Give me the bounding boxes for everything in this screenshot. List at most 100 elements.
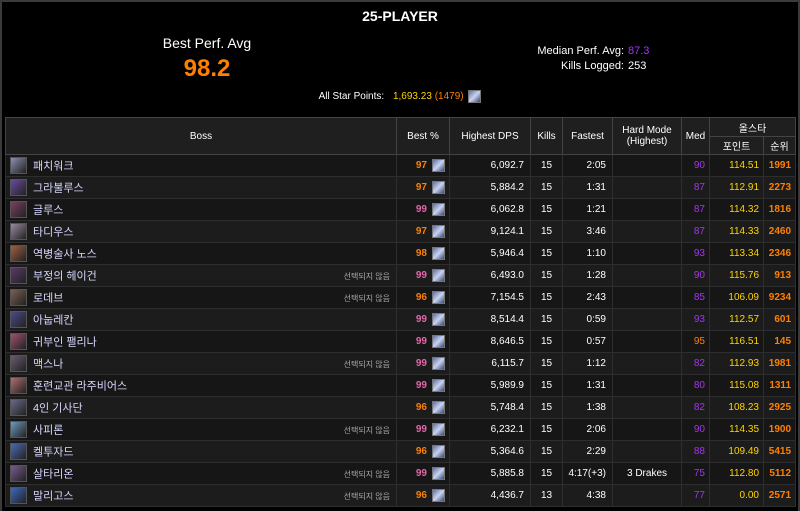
hardmode [612, 330, 682, 353]
col-rank[interactable]: 순위 [762, 136, 797, 155]
boss-cell[interactable]: 켈투자드 [5, 440, 397, 463]
kills-value: 253 [628, 60, 647, 72]
table-row[interactable]: 맥스나 선택되지 않음 99 6,115.7 15 1:12 82 112.93 1981 [5, 352, 797, 375]
col-med[interactable]: Med [681, 117, 710, 155]
table-row[interactable]: 훈련교관 라주비어스 99 5,989.9 15 1:31 80 115.08 1311 [5, 374, 797, 397]
table-row[interactable]: 글루스 99 6,062.8 15 1:21 87 114.32 1816 [5, 198, 797, 221]
spec-icon[interactable] [432, 247, 445, 260]
spec-icon[interactable] [432, 357, 445, 370]
spec-icon[interactable] [432, 291, 445, 304]
boss-cell[interactable]: 글루스 [5, 198, 397, 221]
allstar-rank-cell: 2460 [762, 220, 797, 243]
allstar-points-cell: 114.32 [709, 198, 764, 221]
fastest: 2:06 [562, 418, 613, 441]
allstar-points-cell: 116.51 [709, 330, 764, 353]
heigan-portrait-icon [10, 267, 27, 284]
table-row[interactable]: 켈투자드 96 5,364.6 15 2:29 88 109.49 5415 [5, 440, 797, 463]
boss-name[interactable]: 그라불루스 [33, 183, 84, 195]
boss-cell[interactable]: 역병술사 노스 [5, 242, 397, 265]
spec-icon[interactable] [432, 423, 445, 436]
table-row[interactable]: 로데브 선택되지 않음 96 7,154.5 15 2:43 85 106.09 9234 [5, 286, 797, 309]
boss-cell[interactable]: 패치워크 [5, 154, 397, 177]
spec-icon[interactable] [432, 489, 445, 502]
boss-cell[interactable]: 부정의 헤이건 선택되지 않음 [5, 264, 397, 287]
boss-cell[interactable]: 4인 기사단 [5, 396, 397, 419]
hardmode [612, 264, 682, 287]
boss-name[interactable]: 타디우스 [33, 227, 73, 239]
spec-icon[interactable] [432, 313, 445, 326]
highest-dps: 8,646.5 [449, 330, 531, 353]
boss-cell[interactable]: 훈련교관 라주비어스 [5, 374, 397, 397]
table-row[interactable]: 역병술사 노스 98 5,946.4 15 1:10 93 113.34 2346 [5, 242, 797, 265]
best-percent-cell: 96 [396, 484, 450, 507]
boss-name[interactable]: 패치워크 [33, 161, 73, 173]
spec-icon[interactable] [432, 181, 445, 194]
hardmode: 3 Drakes [612, 462, 682, 485]
boss-name[interactable]: 맥스나 [33, 359, 63, 371]
col-boss[interactable]: Boss [5, 117, 397, 155]
table-row[interactable]: 타디우스 97 9,124.1 15 3:46 87 114.33 2460 [5, 220, 797, 243]
boss-name[interactable]: 4인 기사단 [33, 403, 83, 415]
table-row[interactable]: 말리고스 선택되지 않음 96 4,436.7 13 4:38 77 0.00 2571 [5, 484, 797, 507]
col-kills[interactable]: Kills [530, 117, 563, 155]
boss-name[interactable]: 로데브 [33, 293, 63, 305]
spec-icon[interactable] [432, 269, 445, 282]
col-points[interactable]: 포인트 [709, 136, 764, 155]
fastest: 2:05 [562, 154, 613, 177]
spec-icon[interactable] [432, 159, 445, 172]
spec-icon[interactable] [432, 401, 445, 414]
boss-name[interactable]: 훈련교관 라주비어스 [33, 381, 127, 393]
boss-cell[interactable]: 아눕레칸 [5, 308, 397, 331]
boss-name[interactable]: 부정의 헤이건 [33, 271, 97, 283]
boss-cell[interactable]: 타디우스 [5, 220, 397, 243]
median-percent: 90 [681, 264, 710, 287]
allstar-rank-cell: 2273 [762, 176, 797, 199]
col-fastest[interactable]: Fastest [562, 117, 613, 155]
boss-name[interactable]: 글루스 [33, 205, 63, 217]
spec-icon[interactable] [432, 335, 445, 348]
allstar-rank-cell: 9234 [762, 286, 797, 309]
best-percent-cell: 99 [396, 462, 450, 485]
col-dps[interactable]: Highest DPS [449, 117, 531, 155]
median-percent: 87 [681, 176, 710, 199]
boss-name[interactable]: 살타리온 [33, 469, 73, 481]
spec-icon[interactable] [432, 379, 445, 392]
boss-name[interactable]: 귀부인 팰리나 [33, 337, 97, 349]
hardmode [612, 374, 682, 397]
spec-icon[interactable] [432, 203, 445, 216]
boss-name[interactable]: 아눕레칸 [33, 315, 73, 327]
table-row[interactable]: 4인 기사단 96 5,748.4 15 1:38 82 108.23 2925 [5, 396, 797, 419]
median-percent: 85 [681, 286, 710, 309]
allstar-rank-cell: 1991 [762, 154, 797, 177]
spec-icon[interactable] [432, 225, 445, 238]
table-row[interactable]: 살타리온 선택되지 않음 99 5,885.8 15 4:17(+3) 3 Drakes 75… [5, 462, 797, 485]
kills: 15 [530, 154, 563, 177]
rankings-table: Boss Best % Highest DPS Kills Fastest Ha… [5, 117, 797, 507]
fastest: 0:57 [562, 330, 613, 353]
table-row[interactable]: 부정의 헤이건 선택되지 않음 99 6,493.0 15 1:28 90 115.76 913 [5, 264, 797, 287]
boss-cell[interactable]: 말리고스 선택되지 않음 [5, 484, 397, 507]
hardmode [612, 220, 682, 243]
allstar-class-icon[interactable] [468, 90, 482, 103]
boss-name[interactable]: 사피론 [33, 425, 63, 437]
table-row[interactable]: 귀부인 팰리나 99 8,646.5 15 0:57 95 116.51 145 [5, 330, 797, 353]
boss-cell[interactable]: 귀부인 팰리나 [5, 330, 397, 353]
boss-name[interactable]: 말리고스 [33, 491, 73, 503]
boss-name[interactable]: 역병술사 노스 [33, 249, 97, 261]
table-row[interactable]: 그라불루스 97 5,884.2 15 1:31 87 112.91 2273 [5, 176, 797, 199]
boss-cell[interactable]: 살타리온 선택되지 않음 [5, 462, 397, 485]
boss-cell[interactable]: 그라불루스 [5, 176, 397, 199]
col-hardmode[interactable]: Hard Mode (Highest) [612, 117, 682, 155]
table-row[interactable]: 패치워크 97 6,092.7 15 2:05 90 114.51 1991 [5, 154, 797, 177]
boss-name[interactable]: 켈투자드 [33, 447, 73, 459]
boss-cell[interactable]: 맥스나 선택되지 않음 [5, 352, 397, 375]
hardmode [612, 352, 682, 375]
table-row[interactable]: 아눕레칸 99 8,514.4 15 0:59 93 112.57 601 [5, 308, 797, 331]
spec-icon[interactable] [432, 445, 445, 458]
boss-cell[interactable]: 사피론 선택되지 않음 [5, 418, 397, 441]
best-percent-cell: 99 [396, 418, 450, 441]
col-best[interactable]: Best % [396, 117, 450, 155]
table-row[interactable]: 사피론 선택되지 않음 99 6,232.1 15 2:06 90 114.35 1900 [5, 418, 797, 441]
boss-cell[interactable]: 로데브 선택되지 않음 [5, 286, 397, 309]
spec-icon[interactable] [432, 467, 445, 480]
